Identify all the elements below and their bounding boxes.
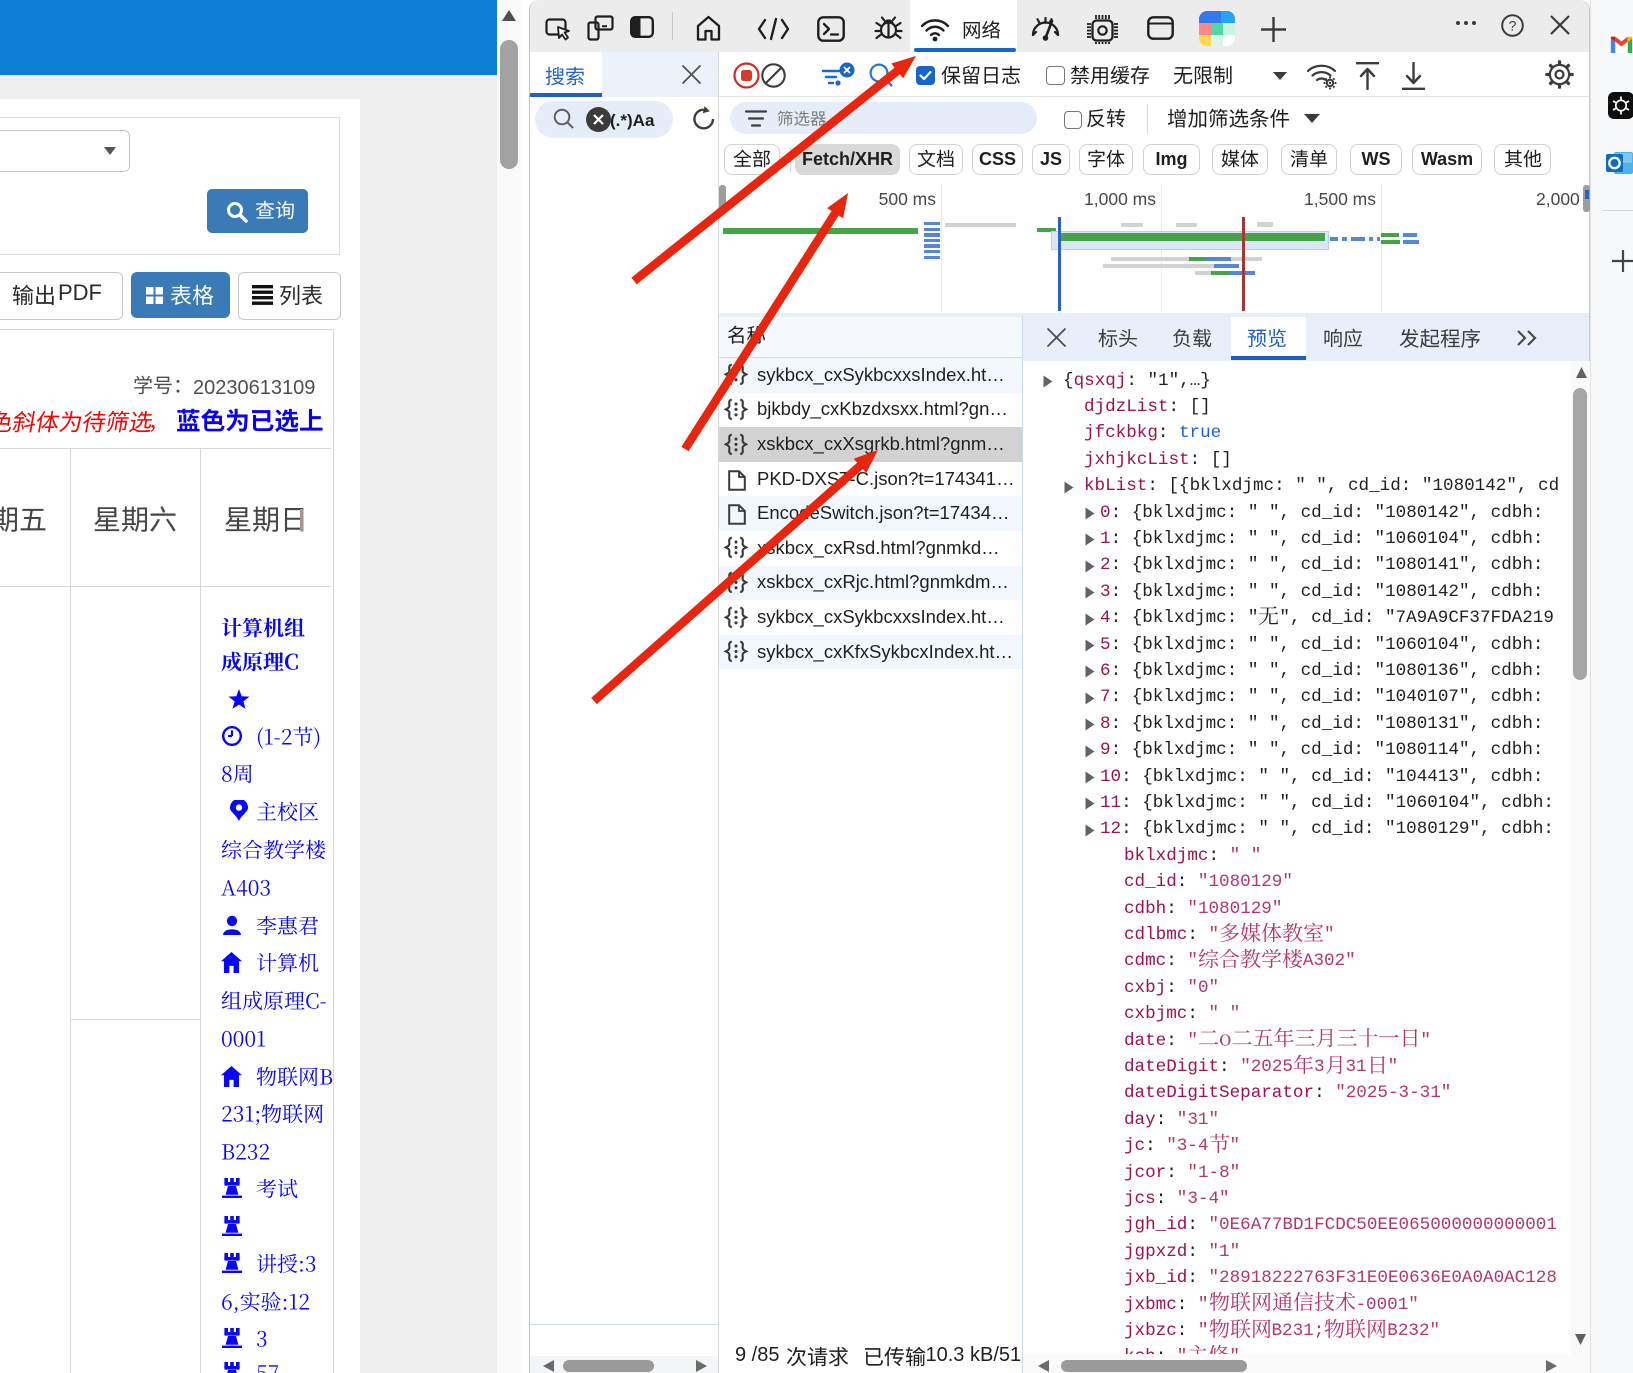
svg-text:?: ? (1509, 18, 1517, 34)
